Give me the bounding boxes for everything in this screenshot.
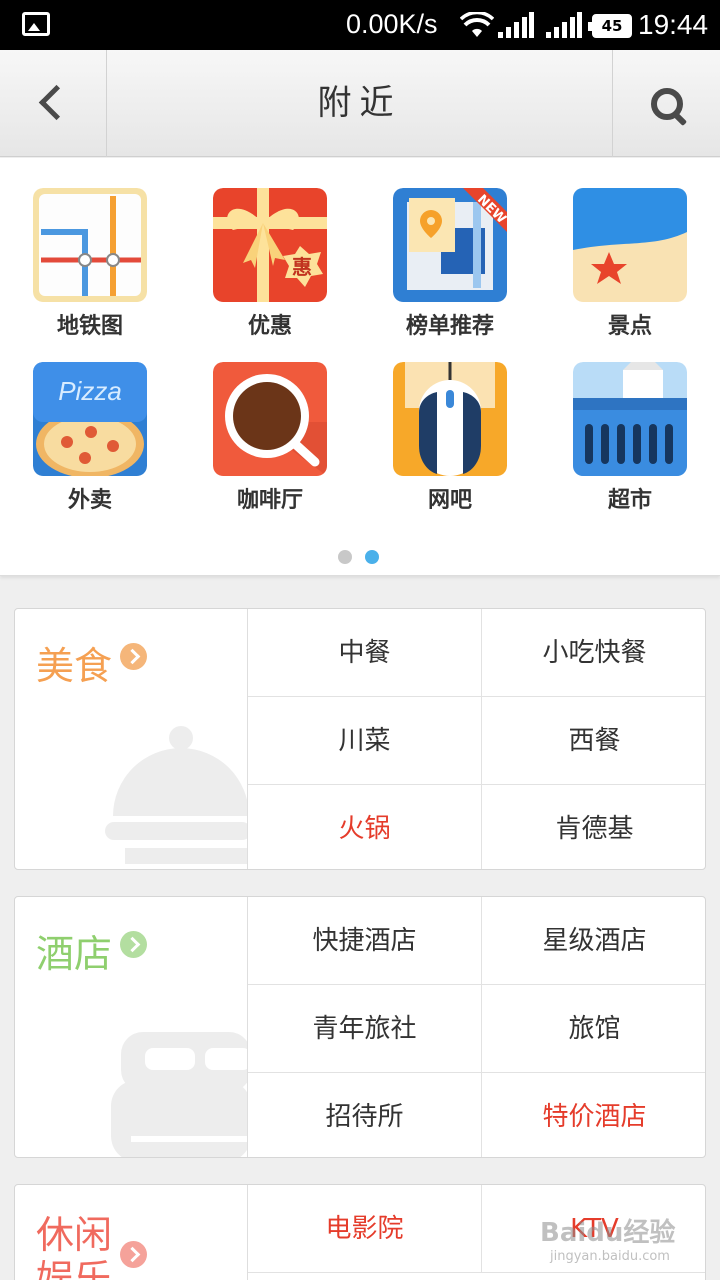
subcategory-item[interactable]: 肯德基: [481, 785, 705, 869]
grid-item-netcafe[interactable]: 网吧: [360, 332, 540, 513]
category-title: 休闲娱乐: [36, 1213, 113, 1280]
wifi-icon: [460, 12, 494, 37]
shopping-basket-icon: [573, 362, 687, 476]
signal-icon: [498, 12, 534, 38]
pizza-icon: Pizza: [33, 362, 147, 476]
subcategory-item[interactable]: 星级酒店: [481, 897, 705, 985]
svg-text:Pizza: Pizza: [58, 376, 122, 406]
arrow-right-icon: [120, 1241, 147, 1268]
gift-discount-icon: 惠: [213, 188, 327, 302]
subcategory-item-hot[interactable]: 特价酒店: [481, 1073, 705, 1157]
subcategory-item[interactable]: 西餐: [481, 697, 705, 785]
subcategory-item[interactable]: 中餐: [248, 609, 481, 697]
title-bar: 附近: [0, 50, 720, 157]
subcategory-item[interactable]: 招待所: [248, 1073, 481, 1157]
grid-item-discount[interactable]: 惠 优惠: [180, 158, 360, 339]
back-icon[interactable]: [0, 50, 107, 157]
category-card-food: 美食 中餐 小吃快餐 川菜 西餐 火锅 肯德基: [14, 608, 706, 870]
coffee-cup-icon: [213, 362, 327, 476]
image-notification-icon: [22, 12, 50, 36]
arrow-right-icon: [120, 643, 147, 670]
category-header-food[interactable]: 美食: [15, 609, 248, 869]
search-icon[interactable]: [612, 50, 720, 157]
subcategory-item[interactable]: 青年旅社: [248, 985, 481, 1073]
battery-icon: 45: [588, 14, 632, 38]
subcategory-item-hot[interactable]: 火锅: [248, 785, 481, 869]
beach-starfish-icon: [573, 188, 687, 302]
cloche-icon: [105, 726, 247, 864]
signal-icon: [546, 12, 582, 38]
grid-item-label: 外卖: [67, 488, 112, 513]
grid-item-takeaway[interactable]: Pizza 外卖: [0, 332, 180, 513]
status-bar: 0.00K/s 45 19:44: [0, 0, 720, 50]
svg-text:惠: 惠: [292, 255, 312, 279]
grid-item-subway[interactable]: 地铁图: [0, 158, 180, 339]
shortcut-grid: 地铁图 惠 优惠 NEW 榜单推荐 景点 Pizza 外卖 咖啡厅 网吧 超市: [0, 158, 720, 576]
grid-item-cafe[interactable]: 咖啡厅: [180, 332, 360, 513]
grid-item-ranking[interactable]: NEW 榜单推荐: [360, 158, 540, 339]
network-speed: 0.00K/s: [346, 9, 438, 39]
subcategory-item-hot[interactable]: 电影院: [248, 1185, 481, 1273]
subcategory-item[interactable]: 小吃快餐: [481, 609, 705, 697]
page-title: 附近: [317, 83, 402, 123]
category-title: 美食: [36, 644, 113, 688]
category-title: 酒店: [36, 932, 113, 976]
grid-item-label: 咖啡厅: [236, 488, 303, 513]
subcategory-item[interactable]: 旅馆: [481, 985, 705, 1073]
subcategory-item[interactable]: 快捷酒店: [248, 897, 481, 985]
page-dot-active[interactable]: [365, 550, 379, 564]
grid-item-scenic[interactable]: 景点: [540, 158, 720, 339]
arrow-right-icon: [120, 931, 147, 958]
mouse-icon: [393, 362, 507, 476]
subway-map-icon: [33, 188, 147, 302]
clock: 19:44: [638, 9, 709, 40]
bed-icon: [111, 1032, 247, 1157]
page-dot[interactable]: [338, 550, 352, 564]
watermark-url: jingyan.baidu.com: [550, 1249, 670, 1264]
watermark-brand: Baidu经验: [540, 1218, 676, 1248]
grid-item-label: 网吧: [427, 488, 472, 513]
ranking-map-icon: NEW: [393, 188, 507, 302]
watermark: Baidu经验 jingyan.baidu.com: [540, 1212, 710, 1264]
category-header-hotel[interactable]: 酒店: [15, 897, 248, 1157]
grid-item-label: 超市: [607, 488, 652, 513]
category-card-hotel: 酒店 快捷酒店 星级酒店 青年旅社 旅馆 招待所 特价酒店: [14, 896, 706, 1158]
category-header-leisure[interactable]: 休闲娱乐: [15, 1185, 248, 1280]
grid-item-supermarket[interactable]: 超市: [540, 332, 720, 513]
subcategory-item[interactable]: 川菜: [248, 697, 481, 785]
page-indicator: [338, 549, 392, 568]
